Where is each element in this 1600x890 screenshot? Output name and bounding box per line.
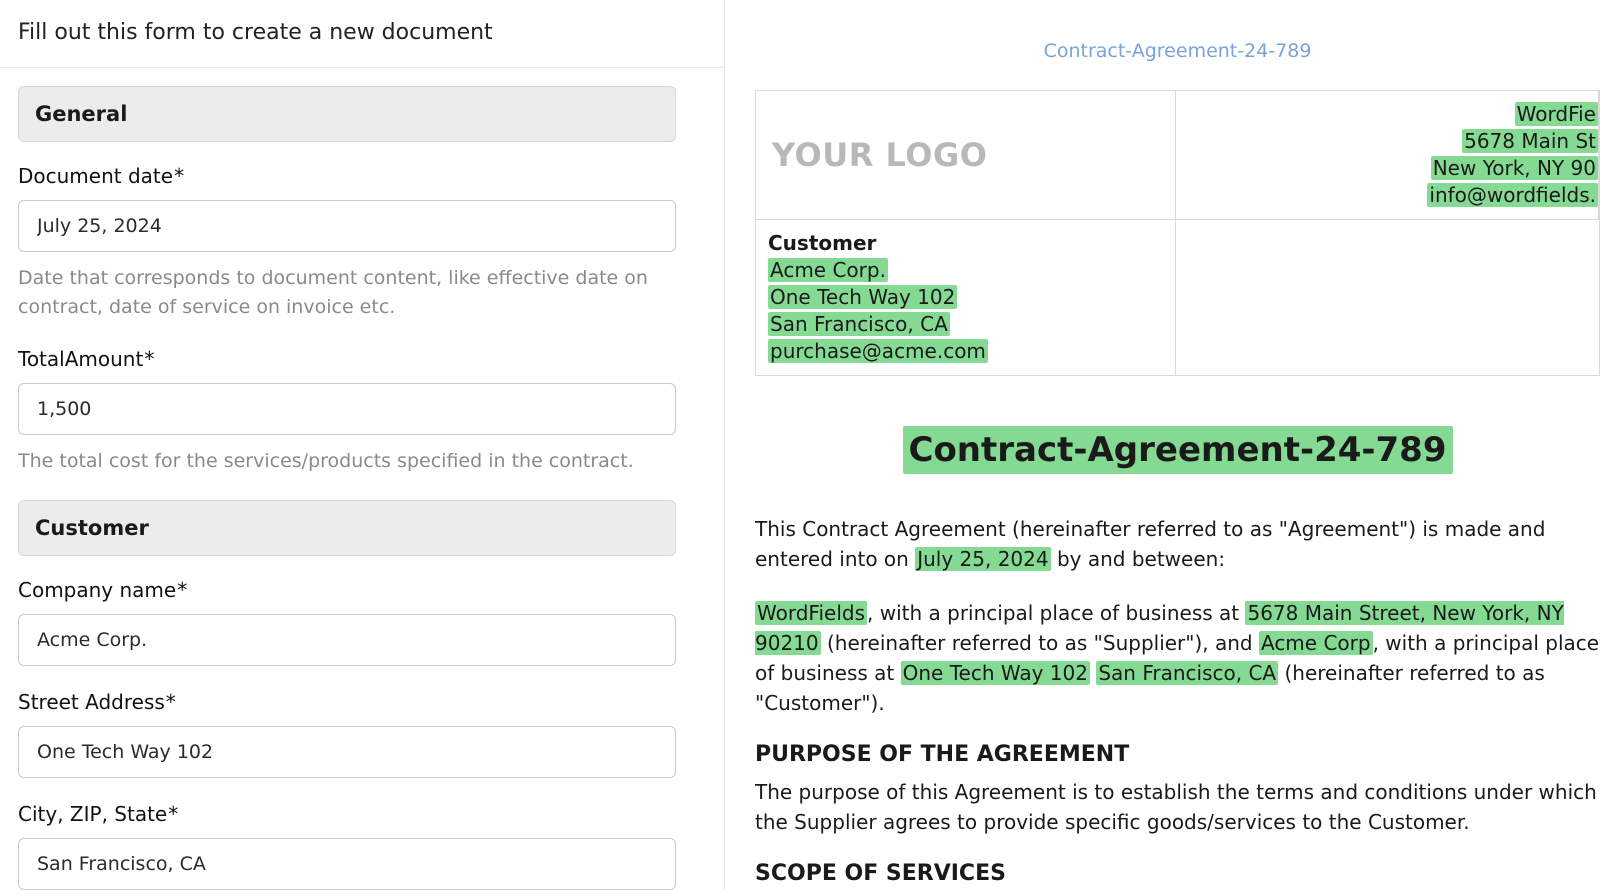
heading-purpose: PURPOSE OF THE AGREEMENT: [755, 742, 1600, 767]
field-document-date: Document date Date that corresponds to d…: [18, 164, 676, 323]
supplier-addr1: 5678 Main St: [1462, 129, 1598, 153]
document-filename: Contract-Agreement-24-789: [755, 40, 1600, 62]
field-total-amount: TotalAmount The total cost for the servi…: [18, 347, 676, 476]
heading-scope: SCOPE OF SERVICES: [755, 861, 1600, 886]
logo-placeholder: YOUR LOGO: [756, 91, 1176, 219]
field-city-zip-state: City, ZIP, State: [18, 802, 676, 890]
p-t1: , with a principal place of business at: [867, 601, 1245, 625]
p-customer-addr1: One Tech Way 102: [901, 661, 1090, 685]
help-total-amount: The total cost for the services/products…: [18, 447, 676, 476]
document-title: Contract-Agreement-24-789: [755, 426, 1600, 474]
p-customer-addr2: San Francisco, CA: [1096, 661, 1278, 685]
help-document-date: Date that corresponds to document conten…: [18, 264, 676, 323]
document-preview: YOUR LOGO WordFie 5678 Main St New York,…: [755, 90, 1600, 890]
intro-date: July 25, 2024: [915, 547, 1050, 571]
form-scroll-area[interactable]: General Document date Date that correspo…: [0, 68, 724, 890]
supplier-name: WordFie: [1515, 102, 1598, 126]
input-document-date[interactable]: [18, 200, 676, 252]
input-city-zip-state[interactable]: [18, 838, 676, 890]
label-document-date: Document date: [18, 164, 676, 188]
customer-block: Customer Acme Corp. One Tech Way 102 San…: [756, 220, 1176, 375]
label-city-zip-state: City, ZIP, State: [18, 802, 676, 826]
document-title-text: Contract-Agreement-24-789: [903, 426, 1453, 474]
p-customer-name: Acme Corp: [1259, 631, 1373, 655]
text-purpose: The purpose of this Agreement is to esta…: [755, 777, 1600, 837]
page-title: Fill out this form to create a new docum…: [0, 0, 724, 68]
field-street-address: Street Address: [18, 690, 676, 778]
input-street-address[interactable]: [18, 726, 676, 778]
customer-block-row: Customer Acme Corp. One Tech Way 102 San…: [756, 219, 1599, 375]
customer-email: purchase@acme.com: [768, 339, 988, 363]
section-customer: Customer: [18, 500, 676, 556]
preview-header-grid: YOUR LOGO WordFie 5678 Main St New York,…: [755, 90, 1600, 376]
label-total-amount: TotalAmount: [18, 347, 676, 371]
input-company-name[interactable]: [18, 614, 676, 666]
form-panel: Fill out this form to create a new docum…: [0, 0, 725, 890]
customer-name: Acme Corp.: [768, 258, 888, 282]
label-street-address: Street Address: [18, 690, 676, 714]
intro-paragraph: This Contract Agreement (hereinafter ref…: [755, 514, 1600, 574]
customer-addr1: One Tech Way 102: [768, 285, 957, 309]
customer-block-label: Customer: [768, 230, 1175, 257]
p-t2: (hereinafter referred to as "Supplier"),…: [821, 631, 1259, 655]
field-company-name: Company name: [18, 578, 676, 666]
supplier-addr2: New York, NY 90: [1431, 156, 1598, 180]
input-total-amount[interactable]: [18, 383, 676, 435]
section-general: General: [18, 86, 676, 142]
preview-panel: Contract-Agreement-24-789 YOUR LOGO Word…: [725, 0, 1600, 890]
supplier-block: WordFie 5678 Main St New York, NY 90 inf…: [1176, 91, 1599, 219]
label-company-name: Company name: [18, 578, 676, 602]
parties-paragraph: WordFields, with a principal place of bu…: [755, 598, 1600, 718]
customer-addr2: San Francisco, CA: [768, 312, 950, 336]
supplier-email: info@wordfields.: [1427, 183, 1598, 207]
p-supplier-name: WordFields: [755, 601, 867, 625]
intro-post: by and between:: [1051, 547, 1225, 571]
